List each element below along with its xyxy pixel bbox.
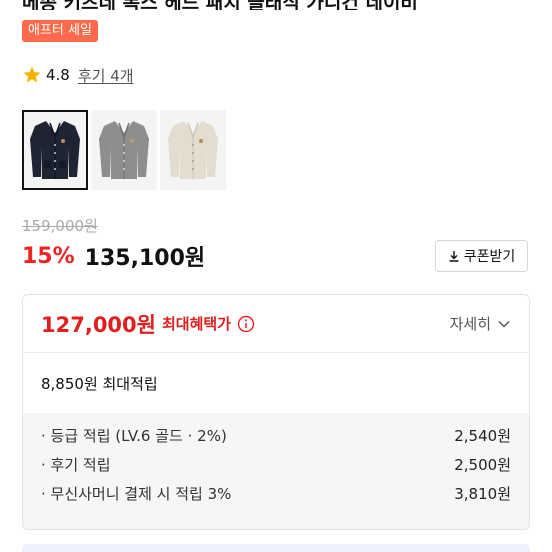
product-title: 메종 키츠네 폭스 헤드 패치 클래식 가디건 네이비 — [22, 0, 418, 10]
cardigan-beige-image — [168, 121, 218, 179]
thumbnail-gray[interactable] — [91, 110, 157, 190]
sale-badge: 애프터 세일 — [22, 20, 98, 42]
benefit-header: 127,000원 최대혜택가 자세히 — [23, 295, 529, 353]
points-row: · 등급 적립 (LV.6 골드 · 2%) 2,540원 — [41, 421, 511, 450]
chevron-down-icon — [498, 320, 510, 327]
points-row-label: · 무신사머니 결제 시 적립 3% — [41, 485, 232, 503]
points-row-value: 3,810원 — [454, 485, 511, 503]
discount-rate: 15% — [22, 243, 75, 269]
benefit-panel: 127,000원 최대혜택가 자세히 8,850원 최대적립 · 등급 적립 (… — [22, 294, 530, 530]
thumbnail-beige[interactable] — [160, 110, 226, 190]
max-benefit-price: 127,000원 — [41, 312, 156, 337]
points-row-label: · 등급 적립 (LV.6 골드 · 2%) — [41, 427, 227, 445]
coupon-button-label: 쿠폰받기 — [463, 249, 516, 265]
max-benefit-label: 최대혜택가 — [161, 315, 231, 333]
points-row-value: 2,540원 — [454, 427, 511, 445]
price-row: 15% 135,100원 — [22, 240, 205, 272]
details-toggle[interactable]: 자세히 — [450, 313, 511, 334]
details-label: 자세히 — [449, 315, 491, 333]
points-row: · 무신사머니 결제 시 적립 3% 3,810원 — [41, 479, 511, 508]
cardigan-gray-image — [99, 121, 149, 179]
original-price: 159,000원 — [22, 217, 98, 235]
points-row-value: 2,500원 — [454, 456, 511, 474]
color-thumbnails — [22, 110, 226, 190]
review-count-link[interactable]: 후기 4개 — [78, 65, 134, 86]
star-icon — [23, 66, 41, 83]
rating-row: 4.8 후기 4개 — [22, 62, 134, 88]
max-points: 8,850원 최대적립 — [41, 374, 158, 393]
info-icon[interactable] — [237, 315, 255, 333]
points-row: · 후기 적립 2,500원 — [41, 450, 511, 479]
download-icon — [449, 251, 459, 262]
points-breakdown: · 등급 적립 (LV.6 골드 · 2%) 2,540원 · 후기 적립 2,… — [23, 413, 529, 529]
coupon-download-button[interactable]: 쿠폰받기 — [435, 240, 528, 272]
product-title-cut: 메종 키츠네 폭스 헤드 패치 클래식 가디건 네이비 — [0, 0, 552, 10]
cardigan-navy-image — [30, 121, 80, 179]
sale-price: 135,100원 — [84, 246, 206, 271]
points-row-label: · 후기 적립 — [41, 456, 111, 474]
rating-score: 4.8 — [46, 66, 70, 84]
next-section-box — [22, 544, 530, 552]
thumbnail-navy[interactable] — [22, 110, 88, 190]
